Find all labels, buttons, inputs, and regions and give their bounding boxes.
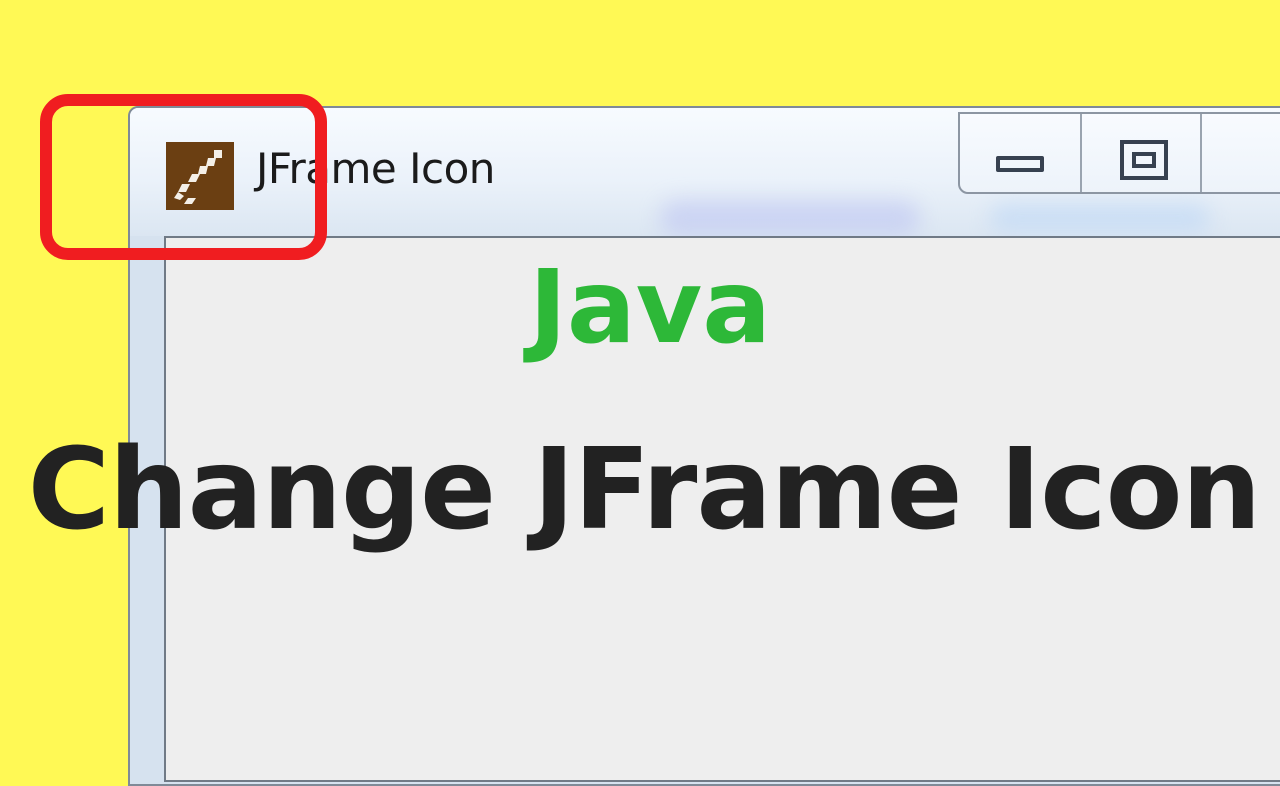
title-highlight-box (40, 94, 327, 260)
title-glow-secondary (990, 204, 1210, 232)
close-button[interactable]: × (1200, 114, 1280, 192)
maximize-icon (1120, 140, 1168, 180)
minimize-icon (996, 156, 1044, 172)
title-glow (660, 200, 920, 236)
minimize-button[interactable] (960, 114, 1080, 192)
maximize-button[interactable] (1080, 114, 1200, 192)
window-caption-buttons: × (958, 112, 1280, 194)
change-jframe-icon-headline: Change JFrame Icon (27, 425, 1262, 555)
java-headline: Java (528, 248, 772, 367)
